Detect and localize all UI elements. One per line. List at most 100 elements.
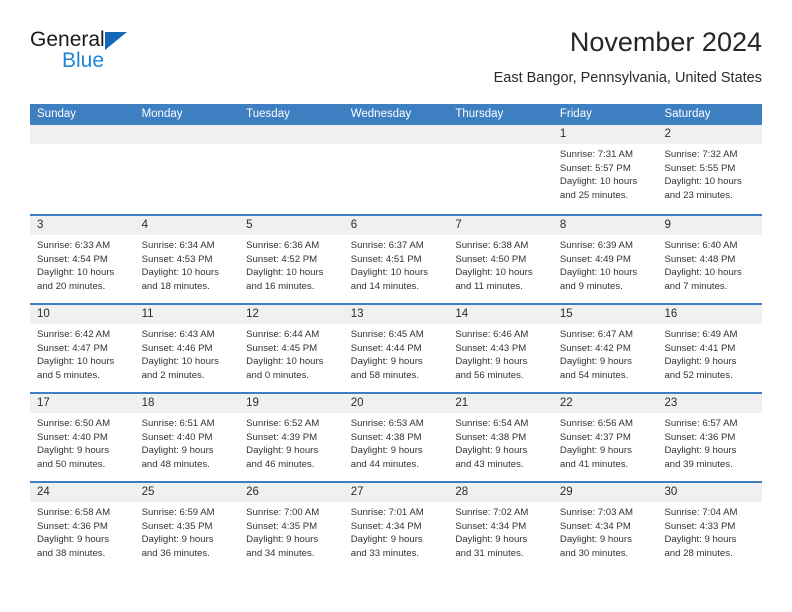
calendar-weeks: 1 Sunrise: 7:31 AM Sunset: 5:57 PM Daylight… (30, 125, 763, 570)
calendar-day-cell[interactable]: 24 Sunrise: 6:58 AM Sunset: 4:36 PM Dayligh… (30, 483, 135, 570)
brand-logo-top-row: General (30, 28, 270, 51)
daylight-text: Daylight: 9 hours and 44 minutes. (350, 445, 423, 470)
calendar-day-cell[interactable]: 14 Sunrise: 6:46 AM Sunset: 4:43 PM Dayligh… (448, 305, 553, 392)
calendar-day-cell[interactable]: 9 Sunrise: 6:40 AM Sunset: 4:48 PM Daylight… (657, 216, 763, 303)
calendar-day-cell[interactable]: 26 Sunrise: 7:00 AM Sunset: 4:35 PM Dayligh… (239, 483, 344, 570)
sunset-text: Sunset: 4:54 PM (37, 253, 108, 265)
day-sun-info: Sunrise: 6:37 AM Sunset: 4:51 PM Daylight:… (344, 235, 449, 293)
sunrise-text: Sunrise: 6:57 AM (664, 418, 738, 429)
calendar-day-cell[interactable]: 13 Sunrise: 6:45 AM Sunset: 4:44 PM Dayligh… (343, 305, 449, 392)
sunset-text: Sunset: 4:33 PM (664, 520, 736, 532)
day-number-band: 1 (552, 125, 658, 144)
day-number: 27 (350, 486, 364, 498)
calendar-day-cell[interactable]: 8 Sunrise: 6:39 AM Sunset: 4:49 PM Daylight… (552, 216, 658, 303)
calendar-day-cell-empty (448, 125, 553, 214)
day-number-band: 9 (657, 216, 763, 235)
day-number-band: 15 (552, 305, 658, 324)
sunrise-text: Sunrise: 7:03 AM (559, 507, 633, 518)
brand-logo[interactable]: General Blue (30, 28, 270, 84)
brand-name-blue: Blue (62, 49, 105, 72)
day-sun-info: Sunrise: 6:33 AM Sunset: 4:54 PM Daylight:… (30, 235, 135, 293)
calendar-day-cell[interactable]: 3 Sunrise: 6:33 AM Sunset: 4:54 PM Daylight… (30, 216, 135, 303)
calendar-day-cell[interactable]: 12 Sunrise: 6:44 AM Sunset: 4:45 PM Dayligh… (239, 305, 344, 392)
day-number: 28 (455, 486, 469, 498)
daylight-text: Daylight: 10 hours and 11 minutes. (455, 267, 533, 292)
day-sun-info: Sunrise: 6:39 AM Sunset: 4:49 PM Daylight:… (553, 235, 658, 293)
calendar-day-cell-empty (30, 125, 135, 214)
day-sun-info: Sunrise: 7:00 AM Sunset: 4:35 PM Daylight:… (239, 502, 344, 560)
calendar-day-cell[interactable]: 5 Sunrise: 6:36 AM Sunset: 4:52 PM Daylight… (239, 216, 344, 303)
calendar-day-cell[interactable]: 4 Sunrise: 6:34 AM Sunset: 4:53 PM Daylight… (134, 216, 240, 303)
calendar-day-cell[interactable]: 17 Sunrise: 6:50 AM Sunset: 4:40 PM Dayligh… (30, 394, 135, 481)
calendar-week-row: 17 Sunrise: 6:50 AM Sunset: 4:40 PM Dayligh… (30, 392, 763, 481)
day-number: 2 (664, 128, 671, 140)
daylight-text: Daylight: 9 hours and 36 minutes. (141, 534, 214, 559)
day-number-band: 3 (30, 216, 135, 235)
day-number-band (30, 125, 135, 144)
day-number: 23 (664, 397, 678, 409)
calendar-week-row: 1 Sunrise: 7:31 AM Sunset: 5:57 PM Daylight… (30, 125, 763, 214)
day-number-band (134, 125, 240, 144)
day-number-band: 21 (448, 394, 553, 413)
calendar-day-cell[interactable]: 23 Sunrise: 6:57 AM Sunset: 4:36 PM Dayligh… (657, 394, 763, 481)
calendar-day-cell[interactable]: 27 Sunrise: 7:01 AM Sunset: 4:34 PM Dayligh… (343, 483, 449, 570)
calendar-day-cell[interactable]: 2 Sunrise: 7:32 AM Sunset: 5:55 PM Daylight… (657, 125, 763, 214)
sunrise-text: Sunrise: 6:37 AM (350, 240, 424, 251)
sunrise-text: Sunrise: 6:53 AM (350, 418, 424, 429)
sunrise-text: Sunrise: 6:34 AM (141, 240, 215, 251)
calendar-day-cell[interactable]: 1 Sunrise: 7:31 AM Sunset: 5:57 PM Daylight… (552, 125, 658, 214)
calendar-day-cell[interactable]: 28 Sunrise: 7:02 AM Sunset: 4:34 PM Dayligh… (448, 483, 553, 570)
calendar-day-cell[interactable]: 18 Sunrise: 6:51 AM Sunset: 4:40 PM Dayligh… (134, 394, 240, 481)
day-sun-info: Sunrise: 6:43 AM Sunset: 4:46 PM Daylight:… (135, 324, 240, 382)
sunrise-text: Sunrise: 6:36 AM (246, 240, 320, 251)
day-number: 12 (246, 308, 259, 320)
calendar-day-cell[interactable]: 15 Sunrise: 6:47 AM Sunset: 4:42 PM Dayligh… (552, 305, 658, 392)
calendar-day-cell[interactable]: 29 Sunrise: 7:03 AM Sunset: 4:34 PM Dayligh… (552, 483, 658, 570)
calendar-day-cell[interactable]: 7 Sunrise: 6:38 AM Sunset: 4:50 PM Daylight… (448, 216, 553, 303)
day-number-band: 19 (239, 394, 344, 413)
day-number-band: 14 (448, 305, 553, 324)
calendar-day-cell[interactable]: 10 Sunrise: 6:42 AM Sunset: 4:47 PM Dayligh… (30, 305, 135, 392)
sunset-text: Sunset: 4:35 PM (141, 520, 213, 532)
daylight-text: Daylight: 9 hours and 34 minutes. (246, 534, 319, 559)
day-sun-info: Sunrise: 6:45 AM Sunset: 4:44 PM Daylight:… (344, 324, 449, 382)
sunset-text: Sunset: 4:45 PM (246, 342, 318, 354)
calendar-day-cell[interactable]: 16 Sunrise: 6:49 AM Sunset: 4:41 PM Dayligh… (657, 305, 763, 392)
calendar-day-cell[interactable]: 21 Sunrise: 6:54 AM Sunset: 4:38 PM Dayligh… (448, 394, 553, 481)
calendar-day-cell[interactable]: 20 Sunrise: 6:53 AM Sunset: 4:38 PM Dayligh… (343, 394, 449, 481)
day-number-band: 22 (552, 394, 658, 413)
day-sun-info: Sunrise: 6:38 AM Sunset: 4:50 PM Daylight:… (448, 235, 553, 293)
sunset-text: Sunset: 4:38 PM (350, 431, 422, 443)
day-sun-info: Sunrise: 6:40 AM Sunset: 4:48 PM Daylight:… (657, 235, 762, 293)
day-number: 10 (37, 308, 50, 320)
day-number-band: 29 (552, 483, 658, 502)
day-number-band: 11 (134, 305, 240, 324)
sunset-text: Sunset: 5:57 PM (559, 162, 631, 174)
day-number: 17 (37, 397, 50, 409)
day-sun-info: Sunrise: 7:03 AM Sunset: 4:34 PM Daylight:… (553, 502, 658, 560)
daylight-text: Daylight: 9 hours and 41 minutes. (559, 445, 632, 470)
daylight-text: Daylight: 9 hours and 31 minutes. (455, 534, 528, 559)
day-sun-info: Sunrise: 6:59 AM Sunset: 4:35 PM Daylight:… (135, 502, 240, 560)
title-block: November 2024 East Bangor, Pennsylvania,… (494, 26, 762, 88)
calendar-day-cell[interactable]: 11 Sunrise: 6:43 AM Sunset: 4:46 PM Dayligh… (134, 305, 240, 392)
sunset-text: Sunset: 4:47 PM (37, 342, 108, 354)
sunset-text: Sunset: 4:46 PM (141, 342, 213, 354)
calendar-day-cell[interactable]: 30 Sunrise: 7:04 AM Sunset: 4:33 PM Dayligh… (657, 483, 763, 570)
daylight-text: Daylight: 10 hours and 25 minutes. (559, 176, 638, 201)
day-number: 5 (246, 219, 253, 231)
daylight-text: Daylight: 9 hours and 28 minutes. (664, 534, 737, 559)
calendar-day-cell[interactable]: 25 Sunrise: 6:59 AM Sunset: 4:35 PM Dayligh… (134, 483, 240, 570)
sunset-text: Sunset: 4:36 PM (37, 520, 108, 532)
day-sun-info: Sunrise: 6:58 AM Sunset: 4:36 PM Daylight:… (30, 502, 135, 560)
day-number: 3 (37, 219, 44, 231)
calendar-day-cell[interactable]: 22 Sunrise: 6:56 AM Sunset: 4:37 PM Dayligh… (552, 394, 658, 481)
calendar-day-cell[interactable]: 19 Sunrise: 6:52 AM Sunset: 4:39 PM Dayligh… (239, 394, 344, 481)
day-number: 20 (350, 397, 364, 409)
calendar-week-row: 10 Sunrise: 6:42 AM Sunset: 4:47 PM Dayligh… (30, 303, 763, 392)
sunrise-text: Sunrise: 6:33 AM (37, 240, 111, 251)
day-number-band: 6 (343, 216, 449, 235)
day-number-band: 23 (657, 394, 763, 413)
sunset-text: Sunset: 4:35 PM (246, 520, 318, 532)
calendar-day-cell[interactable]: 6 Sunrise: 6:37 AM Sunset: 4:51 PM Daylight… (343, 216, 449, 303)
